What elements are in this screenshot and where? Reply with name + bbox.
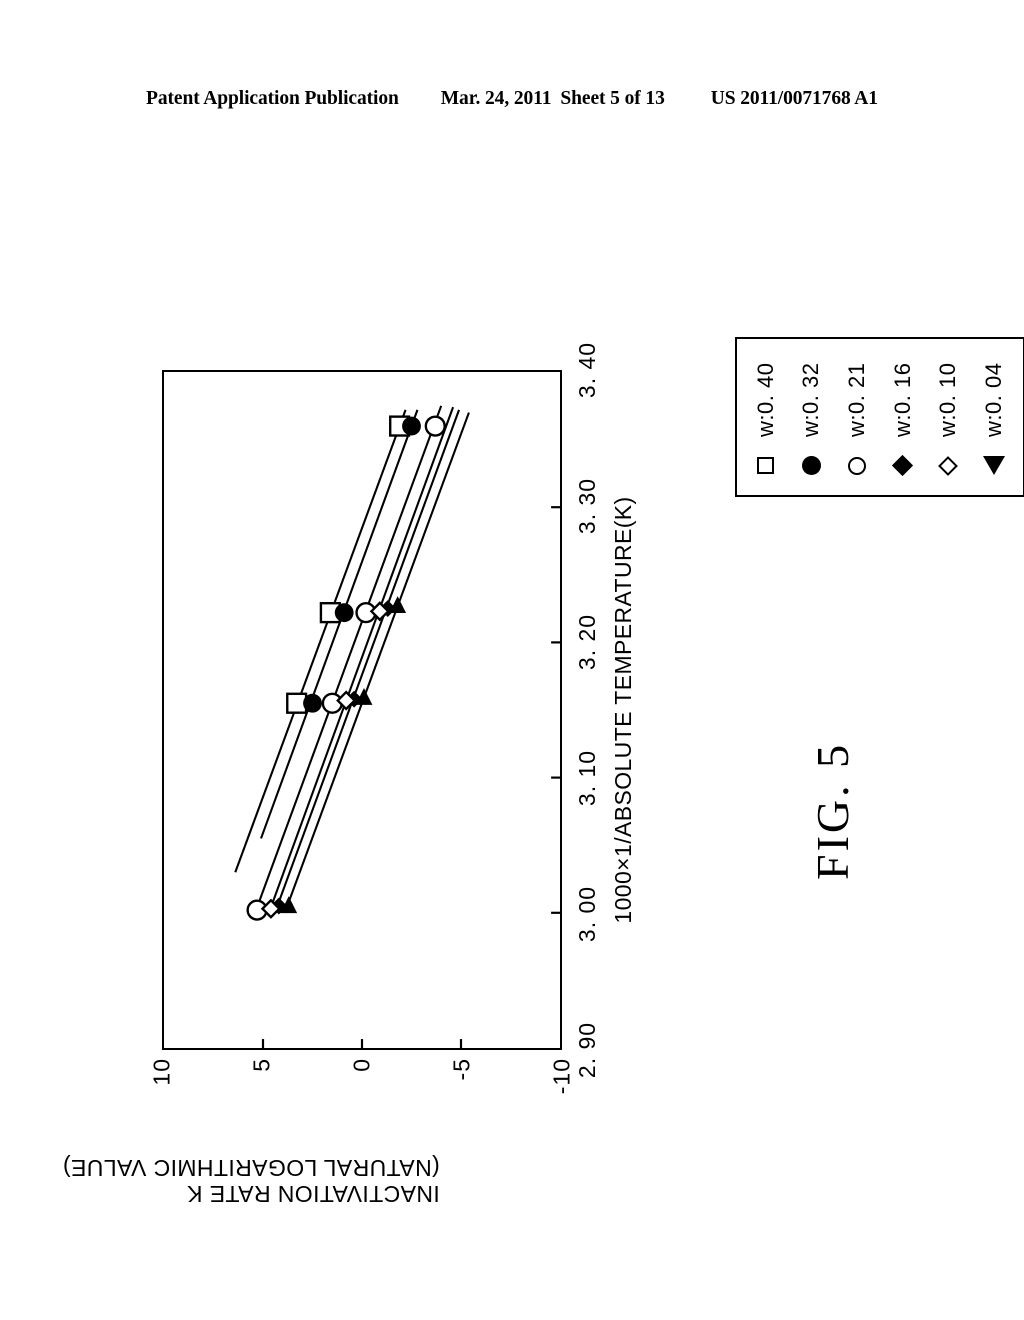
series-line-w-0-16 xyxy=(273,409,460,914)
legend-marker-triangle-fill-icon xyxy=(979,451,1009,481)
publication-label: Patent Application Publication xyxy=(146,88,399,109)
x-axis-tick-label: 3. 30 xyxy=(574,477,600,535)
legend-item: w:0. 21 xyxy=(838,349,876,481)
series-line-w-0-32 xyxy=(260,409,419,839)
series-line-w-0-21 xyxy=(254,405,443,914)
page-header: Patent Application Publication Mar. 24, … xyxy=(0,88,1024,118)
x-axis-tick-label: 3. 10 xyxy=(574,749,600,807)
legend-marker-circle-open-icon xyxy=(842,451,872,481)
series-markers-w-0-21 xyxy=(246,415,446,921)
series-line-w-0-40 xyxy=(234,409,407,873)
chart-canvas xyxy=(234,405,560,1048)
legend-item: w:0. 16 xyxy=(884,349,922,481)
legend-label: w:0. 16 xyxy=(889,362,915,437)
chart-legend: w:0. 40 w:0. 32 w:0. 21 w:0. 16 w:0. 10 … xyxy=(735,337,1024,497)
legend-marker-circle-fill-icon xyxy=(796,451,826,481)
x-axis-tick-label: 3. 20 xyxy=(574,613,600,671)
y-axis-title: INACTIVATION RATE K (NATURAL LOGARITHMIC … xyxy=(62,1154,440,1207)
legend-item: w:0. 04 xyxy=(975,349,1013,481)
data-point-circle-open xyxy=(424,415,446,437)
legend-marker-diamond-fill-icon xyxy=(888,451,918,481)
publication-date-sheet: Mar. 24, 2011 Sheet 5 of 13 xyxy=(441,88,665,110)
patent-number: US 2011/0071768 A1 xyxy=(710,88,878,109)
publication-date: Mar. 24, 2011 xyxy=(440,88,552,109)
legend-marker-square-open-icon xyxy=(751,451,781,481)
legend-label: w:0. 04 xyxy=(981,362,1007,437)
legend-label: w:0. 10 xyxy=(935,362,961,437)
legend-item: w:0. 40 xyxy=(747,349,785,481)
legend-label: w:0. 32 xyxy=(798,362,824,437)
legend-marker-diamond-open-icon xyxy=(933,451,963,481)
trend-line xyxy=(273,409,460,914)
y-axis-tick-label: 10 xyxy=(148,1058,175,1086)
x-axis-tick-label: 2. 90 xyxy=(574,1021,600,1079)
series-markers-w-0-16 xyxy=(270,600,397,915)
chart-plot-area xyxy=(162,370,562,1050)
y-axis-tick-label: -10 xyxy=(548,1058,575,1095)
figure-rotated-container: FIG. 5 w:0. 40 w:0. 32 w:0. 21 w:0. 16 w… xyxy=(62,210,1024,1210)
legend-label: w:0. 40 xyxy=(752,362,778,437)
y-axis-tick-label: 5 xyxy=(248,1058,275,1072)
series-line-w-0-10 xyxy=(267,406,455,914)
sheet-number: Sheet 5 of 13 xyxy=(560,88,665,109)
data-point-circle-fill xyxy=(303,693,322,713)
y-axis-tick-label: -5 xyxy=(448,1058,475,1081)
trend-line xyxy=(234,409,407,873)
y-axis-tick-label: 0 xyxy=(348,1058,375,1072)
figure-stage: FIG. 5 w:0. 40 w:0. 32 w:0. 21 w:0. 16 w… xyxy=(0,150,1024,1270)
legend-item: w:0. 10 xyxy=(929,349,967,481)
x-axis-title: 1000×1/ABSOLUTE TEMPERATURE(K) xyxy=(610,496,636,924)
trend-line xyxy=(260,409,419,839)
data-point-circle-fill xyxy=(402,416,421,436)
trend-line xyxy=(254,405,443,914)
y-axis-title-line: (NATURAL LOGARITHMIC VALUE) xyxy=(62,1155,440,1181)
y-axis-title-line: INACTIVATION RATE K xyxy=(186,1180,440,1207)
x-axis-tick-label: 3. 40 xyxy=(574,341,600,399)
x-axis-tick-label: 3. 00 xyxy=(574,885,600,943)
trend-line xyxy=(267,406,455,914)
legend-item: w:0. 32 xyxy=(792,349,830,481)
data-point-circle-fill xyxy=(334,603,354,623)
figure-title: FIG. 5 xyxy=(807,741,858,880)
legend-label: w:0. 21 xyxy=(844,362,870,437)
